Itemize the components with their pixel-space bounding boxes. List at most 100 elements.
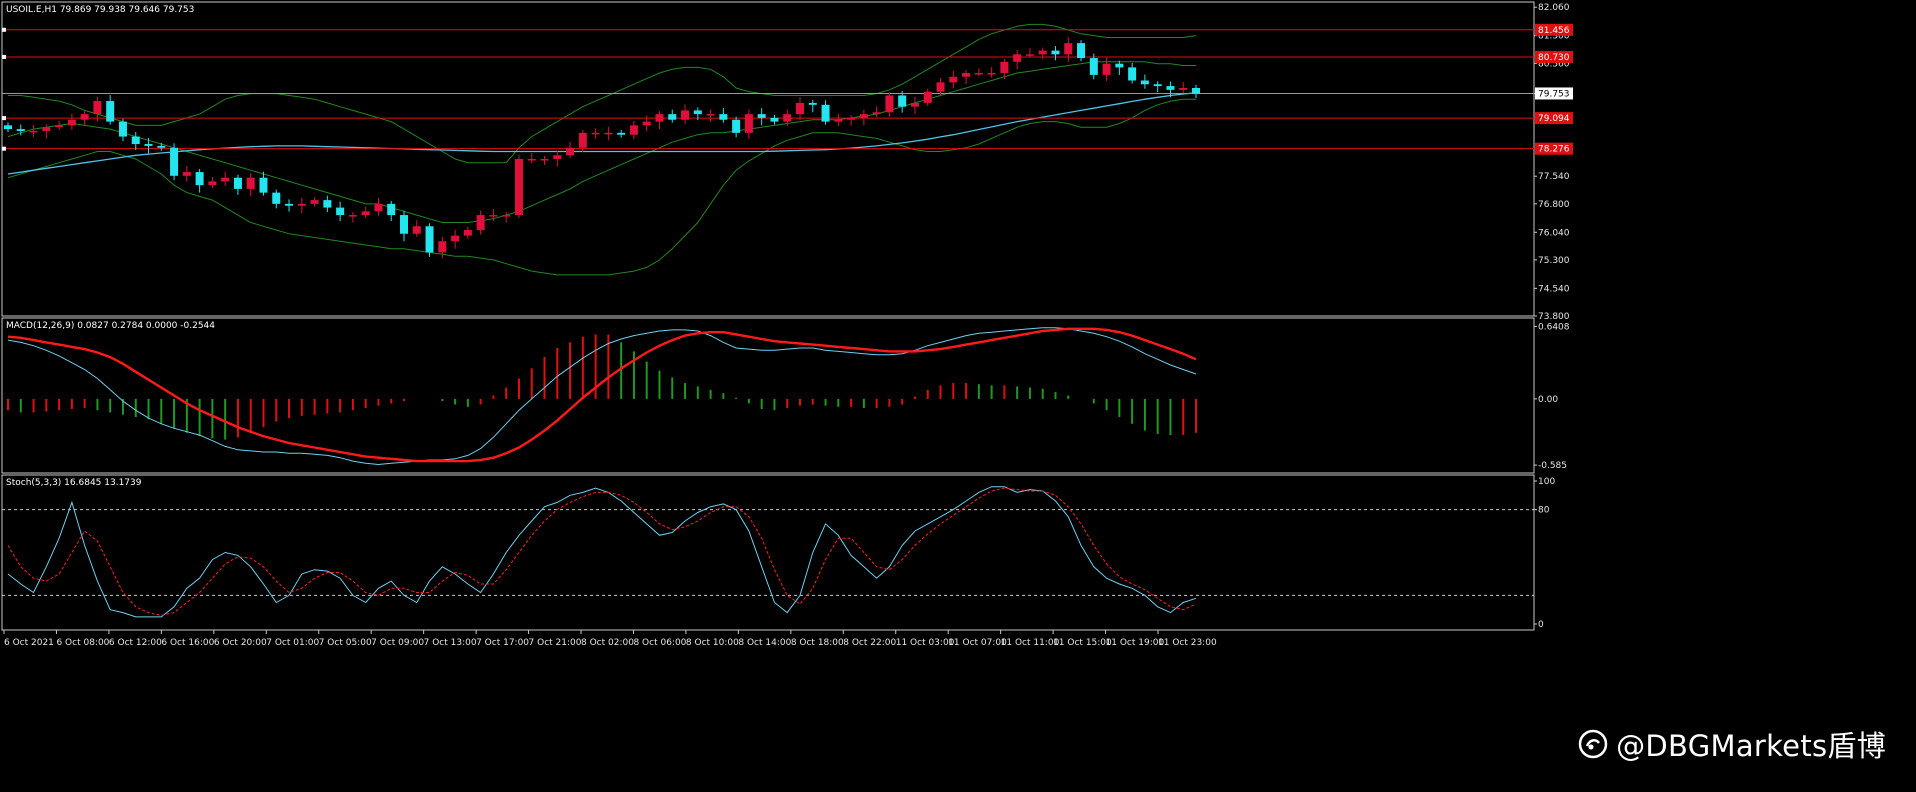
time-tick-label: 6 Oct 20:00 [214,638,267,648]
price-tick-label: 77.540 [1538,172,1570,182]
candle [553,155,562,159]
level-price-label: 79.094 [1538,114,1570,124]
trading-chart[interactable]: 82.06081.30080.56079.75377.54076.80076.0… [0,0,1916,792]
candle [412,226,421,234]
time-tick-label: 7 Oct 21:00 [529,638,582,648]
candle [834,119,843,122]
time-tick-label: 7 Oct 17:00 [476,638,529,648]
time-tick-label: 8 Oct 06:00 [633,638,686,648]
candle [655,114,664,122]
candle [770,117,779,122]
candle [719,114,728,120]
candle [400,215,408,234]
candle [1038,50,1047,55]
candle [1128,67,1137,81]
candle [898,95,907,107]
time-tick-label: 6 Oct 08:00 [56,638,109,648]
price-tick-label: 73.800 [1538,312,1570,322]
candle [67,119,76,126]
candle [29,130,38,133]
watermark-text: @DBGMarkets盾博 [1616,729,1886,763]
level-anchor [2,54,6,59]
price-panel[interactable]: 82.06081.30080.56079.75377.54076.80076.0… [1,1,1573,322]
candle [1153,84,1162,87]
candle [821,104,830,122]
price-tick-label: 74.540 [1538,284,1570,294]
level-anchor [2,27,6,32]
candle [1166,86,1175,90]
candle [962,73,971,77]
candle [310,200,319,204]
candle [783,114,792,122]
candle [502,215,511,217]
candle [93,101,102,115]
price-tick-label: 76.040 [1538,228,1570,238]
stoch-tick-label: 80 [1538,506,1550,516]
candle [540,159,549,161]
macd-tick-label: 0.00 [1538,395,1558,405]
level-anchor [2,116,6,121]
candle [272,192,281,204]
candle [617,132,626,135]
stoch-k-line [7,486,1197,618]
time-tick-label: 11 Oct 03:00 [896,638,955,648]
candle [438,241,447,253]
candle [578,132,587,148]
candle [1115,63,1124,68]
candle [514,159,523,216]
candle [489,215,498,217]
candle [693,110,702,115]
candle [1089,58,1098,75]
candle [1064,43,1073,55]
candle [42,127,51,131]
candle [847,117,856,120]
time-tick-label: 6 Oct 16:00 [161,638,214,648]
level-anchor [2,146,6,151]
candle [259,177,268,193]
candle [949,76,958,83]
candle [1051,50,1060,55]
stoch-d-line [7,487,1197,616]
time-tick-label: 7 Oct 01:00 [266,638,319,648]
candle [80,114,89,120]
time-tick-label: 11 Oct 15:00 [1053,638,1112,648]
candle [566,147,575,156]
candle [732,119,741,133]
candle [796,102,804,115]
candle [681,110,690,120]
candle [476,215,485,231]
candle [118,121,127,137]
candle [16,129,25,131]
candle [910,102,919,107]
candle [1102,63,1111,75]
panel-frame [1,1,1535,317]
candle [348,215,357,217]
candle [4,125,12,130]
candle [1025,54,1034,56]
candle [885,95,894,113]
candle [1140,80,1149,85]
candle [285,203,294,206]
candle [195,172,204,186]
time-tick-label: 8 Oct 14:00 [738,638,791,648]
time-tick-label: 8 Oct 22:00 [843,638,896,648]
current-price-label: 79.753 [1538,89,1570,99]
candle [297,203,306,206]
candle [974,73,983,75]
stochastic-panel[interactable]: 100 80 0 Stoch(5,3,3) 16.6845 13.1739 [1,474,1555,631]
candle [668,114,677,120]
candle [170,147,179,176]
candle [591,132,600,135]
candle [1000,61,1009,74]
stoch-tick-label: 0 [1538,620,1544,630]
candle [744,114,753,133]
candle [374,203,383,212]
candle [859,114,868,118]
level-price-label: 78.276 [1538,145,1570,155]
price-title: USOIL.E,H1 79.869 79.938 79.646 79.753 [6,5,194,15]
level-price-label: 80.730 [1538,53,1570,63]
candle [527,159,536,161]
time-tick-label: 11 Oct 11:00 [1001,638,1060,648]
time-tick-label: 6 Oct 12:00 [109,638,162,648]
macd-panel[interactable]: 0.6408 0.00 -0.585 MACD(12,26,9) 0.0827 0.2… [1,317,1570,474]
